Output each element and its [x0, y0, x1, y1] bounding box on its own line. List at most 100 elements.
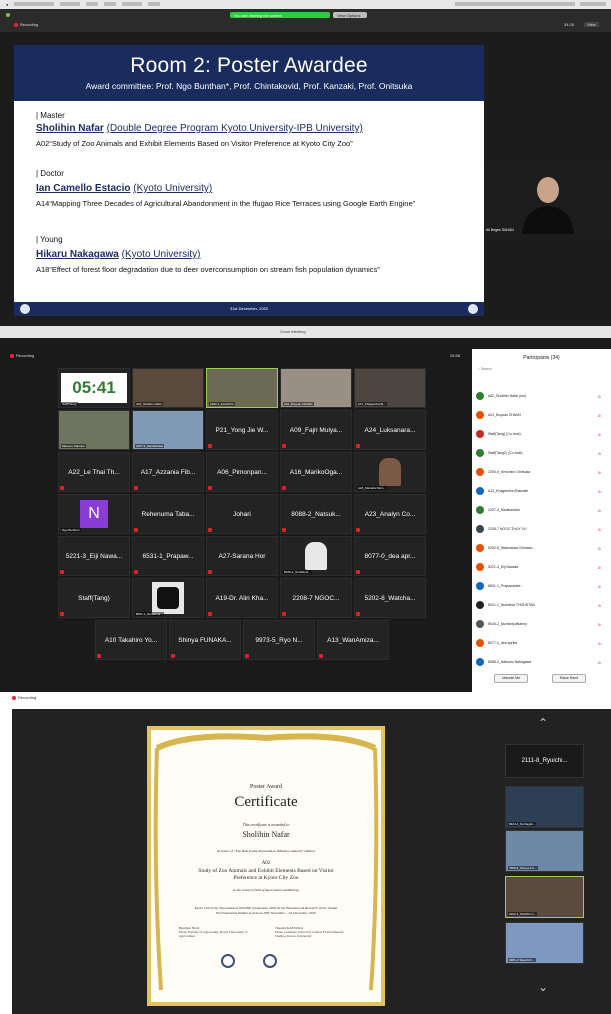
- muted-icon: ⊘: [597, 602, 601, 608]
- participant-row[interactable]: 8021-1_Nurbahia THOHSTAN ⊘: [476, 598, 607, 612]
- university-logo-icon: [20, 304, 30, 314]
- participant-tile-active-speaker[interactable]: 2202-4_Sholihin N...: [505, 876, 584, 918]
- participant-tile[interactable]: Johari: [206, 494, 278, 534]
- participant-tile[interactable]: 2207-3_Manikandan: [132, 410, 204, 450]
- participant-name: Staff(Tang) (Co-host): [488, 432, 521, 436]
- participant-tile[interactable]: 8021-1_Nurbahna...: [132, 578, 204, 618]
- participant-name: 2208-7 NGOC THUY VU: [488, 527, 527, 531]
- participant-name: 8021-1_Nurbahia THOHSTAN: [488, 603, 535, 607]
- participant-row[interactable]: 2200-9_Kenichiro Onitsuka ⊘: [476, 465, 607, 479]
- participant-name: 5202-8_Watcharaa Chintako...: [488, 546, 536, 550]
- certificate-document: Poster Award Certificate This certificat…: [147, 726, 385, 1006]
- meeting-timer: 26:58: [450, 353, 461, 358]
- awardee-affiliation: (Kyoto University): [133, 183, 213, 194]
- participant-tile[interactable]: A19-Dr. Alin Kha...: [206, 578, 278, 618]
- participant-row[interactable]: Staff(Tang2) (Co-host) ⊘: [476, 446, 607, 460]
- participant-row[interactable]: A02_Sholihin Nafar (me) ⊘: [476, 389, 607, 403]
- participant-row[interactable]: A12_Khagendra Bhandari ⊘: [476, 484, 607, 498]
- participant-tile[interactable]: 2208-7 NGOC...: [280, 578, 352, 618]
- scroll-up-icon[interactable]: ⌃: [538, 716, 548, 730]
- muted-icon: [208, 444, 212, 448]
- apple-icon[interactable]: ●: [6, 2, 8, 7]
- participants-panel: Participants (34) ⌕ Search A02_Sholihin …: [472, 349, 611, 692]
- view-options-button[interactable]: View Options: [333, 12, 367, 18]
- participant-tile[interactable]: 5202-8_Watcha...: [354, 578, 426, 618]
- participant-tile[interactable]: 6531-1_Prapaw...: [132, 536, 204, 576]
- participant-tile[interactable]: A23_Analyn Co...: [354, 494, 426, 534]
- participant-row[interactable]: 8077-0_dea aprilia ⊘: [476, 636, 607, 650]
- tile-label: Mamoru Kanzaki: [61, 444, 86, 448]
- participant-row[interactable]: 2207-3_Manikandan ⊘: [476, 503, 607, 517]
- participant-row[interactable]: Staff(Tang) (Co-host) ⊘: [476, 427, 607, 441]
- avatar: [476, 506, 484, 514]
- participants-search[interactable]: ⌕ Search: [478, 367, 611, 371]
- avatar: [476, 582, 484, 590]
- participant-tile[interactable]: A22_Le Thai Th...: [58, 452, 130, 492]
- participant-tile[interactable]: N Ngo Bunthan: [58, 494, 130, 534]
- participant-row[interactable]: A01_Boyuan ZHANG ⊘: [476, 408, 607, 422]
- share-banner: You are viewing the screen: [230, 12, 330, 18]
- participant-tile[interactable]: Staff(Tang): [58, 578, 130, 618]
- participant-tile[interactable]: A01_Boyuan ZHANG: [280, 368, 352, 408]
- participant-tile[interactable]: 9973-5_Ryo N...: [243, 620, 315, 660]
- participant-tile[interactable]: 8026-2_Nurbahna...: [280, 536, 352, 576]
- participant-row[interactable]: 8088-2_Natsuko Nakagawa ⊘: [476, 655, 607, 669]
- participant-tile[interactable]: 8324-4_Nurhayati...: [505, 786, 584, 828]
- speaker-video[interactable]: Ali Beges SAHAN: [484, 164, 611, 234]
- participant-tile[interactable]: A16_MarikoOga...: [280, 452, 352, 492]
- participant-tile[interactable]: 7965-8_Shinya FU...: [505, 830, 584, 872]
- participant-row[interactable]: 5221-3_Eiji Nawata ⊘: [476, 560, 607, 574]
- participant-tile-timer[interactable]: 05:41 Staff(Tang): [58, 368, 130, 408]
- participant-tile[interactable]: A24_Luksanara...: [354, 410, 426, 450]
- muted-icon: ⊘: [597, 564, 601, 570]
- gallery-view-panel: Zoom Meeting Recording 26:58 05:41 Staff…: [0, 326, 611, 692]
- participant-tile[interactable]: 9981-2 Takeshi K...: [505, 922, 584, 964]
- profile-photo: [379, 458, 401, 486]
- slide-date: 31st December, 2020: [229, 306, 269, 311]
- avatar: [476, 411, 484, 419]
- signature-1: Bunthan NGO Dean, Faculty of Agronomy, R…: [179, 926, 259, 938]
- participant-tile[interactable]: P21_Yong Jie W...: [206, 410, 278, 450]
- category-young: | Young: [36, 235, 63, 244]
- tile-name: Shinya FUNAKA...: [178, 636, 232, 644]
- unmute-button[interactable]: Unmute Me: [494, 674, 528, 683]
- participant-tile[interactable]: 5221-3_Eiji Nawa...: [58, 536, 130, 576]
- participant-tile[interactable]: A02_Sholihin Nafar: [132, 368, 204, 408]
- participant-tile[interactable]: A17_Khagendra Bi...: [354, 368, 426, 408]
- tile-name: Staff(Tang): [78, 594, 110, 602]
- tile-label: 8026-2_Nurbahna...: [283, 570, 312, 574]
- tile-name: A13_WanAmiza...: [327, 636, 379, 644]
- mac-menu-bar: ●: [0, 0, 611, 9]
- participant-tile[interactable]: Rehenuma Taba...: [132, 494, 204, 534]
- participant-row[interactable]: 8026-2_NurdindyaNanny ⊘: [476, 617, 607, 631]
- tile-name: 2208-7 NGOC...: [292, 594, 340, 602]
- participant-tile[interactable]: A10 Takahiro Yo...: [95, 620, 167, 660]
- awardee-affiliation: (Double Degree Program Kyoto University-…: [106, 123, 363, 134]
- muted-icon: ⊘: [597, 412, 601, 418]
- raise-hand-button[interactable]: Raise Hand: [552, 674, 586, 683]
- tile-label: Staff(Tang): [61, 402, 78, 406]
- participant-row[interactable]: 2208-7 NGOC THUY VU ⊘: [476, 522, 607, 536]
- awardee-name: Ian Camello Estacio: [36, 183, 131, 194]
- scroll-down-icon[interactable]: ⌄: [538, 980, 548, 994]
- participant-tile[interactable]: 2111-8_Ryuichi...: [505, 744, 584, 778]
- muted-icon: [60, 612, 64, 616]
- participant-row[interactable]: 6531-1_Prapawadee... ⊘: [476, 579, 607, 593]
- participant-tile[interactable]: Mamoru Kanzaki: [58, 410, 130, 450]
- participant-tile-active-speaker[interactable]: 2202-1_Kenichiro: [206, 368, 278, 408]
- participant-tile[interactable]: Shinya FUNAKA...: [169, 620, 241, 660]
- participant-tile[interactable]: 8077-0_dea apr...: [354, 536, 426, 576]
- participant-tile[interactable]: A26_Marietta Palm...: [354, 452, 426, 492]
- presentation-slide: Room 2: Poster Awardee Award committee: …: [14, 45, 484, 316]
- avatar: [476, 487, 484, 495]
- participant-row[interactable]: 5202-8_Watcharaa Chintako... ⊘: [476, 541, 607, 555]
- slide-title: Room 2: Poster Awardee: [130, 54, 368, 77]
- view-button[interactable]: View: [584, 22, 599, 27]
- category-master: | Master: [36, 111, 65, 120]
- participant-tile[interactable]: A06_Pimonpan...: [206, 452, 278, 492]
- participant-tile[interactable]: A09_Fajri Mulya...: [280, 410, 352, 450]
- participant-tile[interactable]: A17_Azzania Fib...: [132, 452, 204, 492]
- participant-tile[interactable]: A27-Sarana Hor: [206, 536, 278, 576]
- participant-tile[interactable]: 8088-2_Natsuk...: [280, 494, 352, 534]
- participant-tile[interactable]: A13_WanAmiza...: [317, 620, 389, 660]
